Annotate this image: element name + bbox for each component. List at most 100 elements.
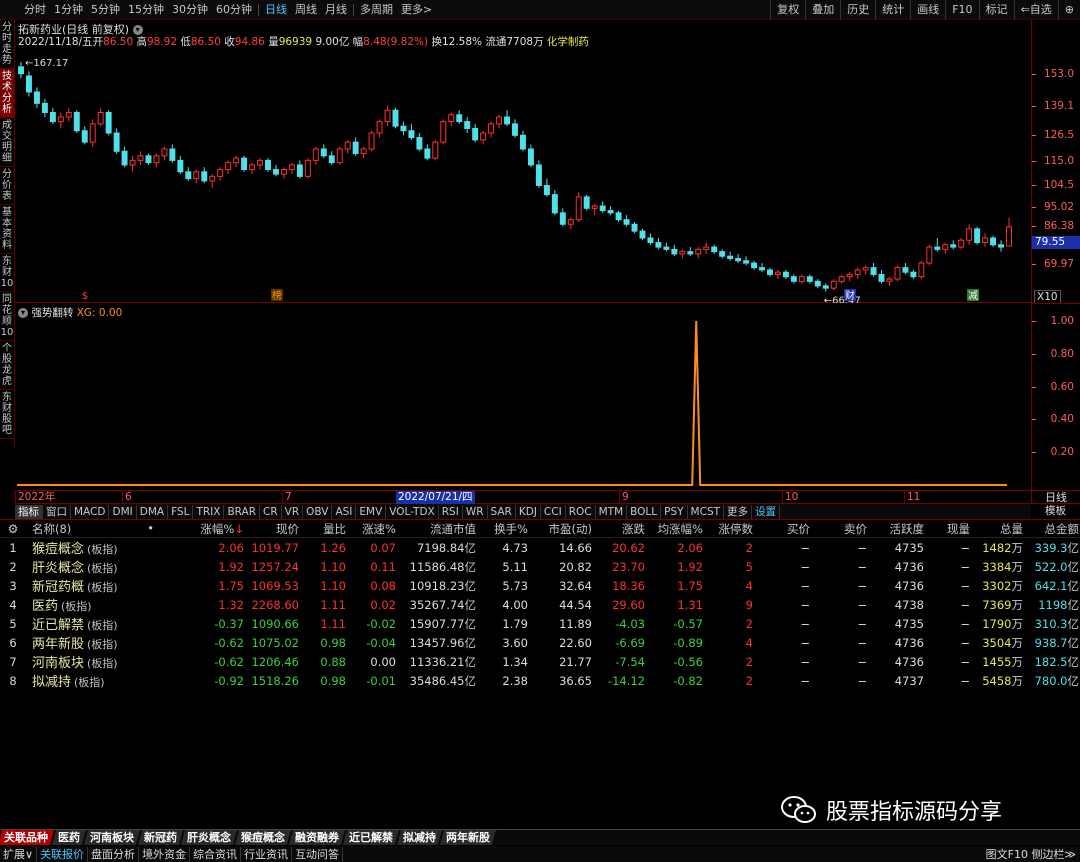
indicator-tab-emv[interactable]: EMV	[356, 504, 387, 519]
status-item-2[interactable]: 盘面分析	[88, 846, 140, 862]
status-item-3[interactable]: 境外资金	[139, 846, 191, 862]
table-row[interactable]: 8 拟减持 (板指) -0.92 1518.26 0.98 -0.01 35486.45亿 2.…	[0, 671, 1080, 691]
related-tab-1[interactable]: 医药	[51, 830, 88, 845]
indicator-tab-窗口[interactable]: 窗口	[43, 504, 71, 519]
indicator-tab-wr[interactable]: WR	[463, 504, 488, 519]
col-header-6[interactable]: 流通市值	[396, 521, 476, 537]
settings-gear-icon[interactable]: ⚙	[8, 522, 19, 536]
sector-name[interactable]: 拟减持	[32, 675, 71, 690]
axis-scale-label[interactable]: X10	[1034, 290, 1061, 304]
indicator-chart[interactable]	[15, 303, 1031, 490]
sector-name[interactable]: 猴痘概念	[32, 542, 84, 557]
indicator-tab-psy[interactable]: PSY	[661, 504, 688, 519]
table-row[interactable]: 1 猴痘概念 (板指) 2.06 1019.77 1.26 0.07 7198.84亿 4.73…	[0, 538, 1080, 558]
table-row[interactable]: 7 河南板块 (板指) -0.62 1206.46 0.88 0.00 11336.21亿 1.…	[0, 652, 1080, 672]
price-chart-panel[interactable]: 拓新药业(日线 前复权) ▾ 2022/11/18/五开86.50 高98.92…	[15, 20, 1031, 303]
indicator-tab-dma[interactable]: DMA	[137, 504, 169, 519]
left-tab-1[interactable]: 技术分析	[0, 69, 14, 118]
indicator-tab-vol-tdx[interactable]: VOL-TDX	[386, 504, 439, 519]
indicator-tab-macd[interactable]: MACD	[71, 504, 110, 519]
col-header-4[interactable]: 量比	[299, 521, 346, 537]
related-tab-2[interactable]: 河南板块	[83, 830, 142, 845]
period-button-10[interactable]: 更多>	[397, 0, 436, 20]
col-header-16[interactable]: 总量	[970, 521, 1023, 537]
sector-name[interactable]: 两年新股	[32, 637, 84, 652]
status-item-5[interactable]: 行业资讯	[241, 846, 293, 862]
indicator-tab-mtm[interactable]: MTM	[596, 504, 628, 519]
related-tab-9[interactable]: 两年新股	[439, 830, 498, 845]
related-tab-6[interactable]: 融资融券	[288, 830, 347, 845]
col-header-5[interactable]: 涨速%	[346, 521, 396, 537]
indicator-tab-mcst[interactable]: MCST	[688, 504, 725, 519]
left-tab-7[interactable]: 个股龙虎	[0, 341, 14, 390]
col-header-17[interactable]: 总金额	[1023, 521, 1080, 537]
status-item-0[interactable]: 扩展∨	[0, 846, 38, 862]
col-header-9[interactable]: 涨跌	[592, 521, 645, 537]
indicator-tab-dmi[interactable]: DMI	[109, 504, 137, 519]
sector-name[interactable]: 医药	[32, 599, 58, 614]
candlestick-chart[interactable]: ←167.17←66.47$ 榜财减	[15, 20, 1031, 303]
sector-name[interactable]: 肝炎概念	[32, 561, 84, 576]
indicator-tab-boll[interactable]: BOLL	[627, 504, 662, 519]
indicator-tab-指标[interactable]: 指标	[15, 504, 43, 519]
tool-button-4[interactable]: 画线	[910, 0, 945, 20]
period-button-5[interactable]: 60分钟	[212, 0, 256, 20]
indicator-tab-obv[interactable]: OBV	[303, 504, 333, 519]
period-button-2[interactable]: 5分钟	[87, 0, 124, 20]
sector-name[interactable]: 新冠药概	[32, 580, 84, 595]
status-item-1[interactable]: 关联报价	[37, 846, 89, 862]
left-tab-5[interactable]: 东财10	[0, 254, 14, 292]
col-header-1[interactable]: 名称(8) •	[26, 521, 156, 537]
indicator-tab-asi[interactable]: ASI	[332, 504, 357, 519]
period-indicator[interactable]: 日线	[1031, 490, 1080, 504]
related-tab-5[interactable]: 猴痘概念	[234, 830, 293, 845]
related-tab-3[interactable]: 新冠药	[137, 830, 185, 845]
left-tab-0[interactable]: 分时走势	[0, 20, 14, 69]
indicator-tab-fsl[interactable]: FSL	[168, 504, 194, 519]
related-tab-7[interactable]: 近已解禁	[342, 830, 401, 845]
tool-button-5[interactable]: F10	[945, 0, 978, 20]
table-row[interactable]: 3 新冠药概 (板指) 1.75 1069.53 1.10 0.08 10918.23亿 5.7…	[0, 576, 1080, 596]
indicator-tab-rsi[interactable]: RSI	[439, 504, 463, 519]
col-header-7[interactable]: 换手%	[476, 521, 528, 537]
left-tab-6[interactable]: 同花顺10	[0, 292, 14, 341]
col-header-13[interactable]: 卖价	[810, 521, 867, 537]
period-button-0[interactable]: 分时	[20, 0, 50, 20]
table-row[interactable]: 6 两年新股 (板指) -0.62 1075.02 0.98 -0.04 13457.96亿 3…	[0, 633, 1080, 653]
indicator-tab-trix[interactable]: TRIX	[193, 504, 225, 519]
left-tab-4[interactable]: 基本资料	[0, 205, 14, 254]
indicator-tab-sar[interactable]: SAR	[488, 504, 516, 519]
col-header-8[interactable]: 市盈(动)	[528, 521, 592, 537]
period-button-7[interactable]: 周线	[291, 0, 321, 20]
sector-name[interactable]: 近已解禁	[32, 618, 84, 633]
period-button-9[interactable]: 多周期	[356, 0, 397, 20]
left-tab-3[interactable]: 分价表	[0, 167, 14, 205]
status-item-6[interactable]: 互动问答	[292, 846, 344, 862]
period-button-4[interactable]: 30分钟	[168, 0, 212, 20]
col-header-3[interactable]: 现价	[244, 521, 299, 537]
tool-button-7[interactable]: ⇐自选	[1013, 0, 1058, 20]
status-item-4[interactable]: 综合资讯	[190, 846, 242, 862]
table-row[interactable]: 2 肝炎概念 (板指) 1.92 1257.24 1.10 0.11 11586.48亿 5.1…	[0, 557, 1080, 577]
indicator-tab-更多[interactable]: 更多	[724, 504, 753, 519]
related-tab-8[interactable]: 拟减持	[396, 830, 444, 845]
indicator-tab-cr[interactable]: CR	[260, 504, 282, 519]
table-row[interactable]: 4 医药 (板指) 1.32 2268.60 1.11 0.02 35267.74亿 4.00 4…	[0, 595, 1080, 615]
tool-button-6[interactable]: 标记	[978, 0, 1014, 20]
left-tab-2[interactable]: 成交明细	[0, 118, 14, 167]
col-header-12[interactable]: 买价	[753, 521, 810, 537]
indicator-panel[interactable]: ▾ 强势翻转 XG: 0.00	[15, 303, 1031, 490]
indicator-tab-brar[interactable]: BRAR	[224, 504, 260, 519]
indicator-tab-设置[interactable]: 设置	[752, 504, 781, 519]
col-header-14[interactable]: 活跃度	[867, 521, 925, 537]
indicator-tab-cci[interactable]: CCI	[541, 504, 566, 519]
template-button[interactable]: 模板	[1031, 504, 1080, 519]
tool-button-1[interactable]: 叠加	[805, 0, 840, 20]
f10-sidebar-toggle[interactable]: 图文F10 侧边栏≫	[986, 846, 1080, 862]
tool-button-3[interactable]: 统计	[875, 0, 910, 20]
tool-button-0[interactable]: 复权	[770, 0, 805, 20]
indicator-tab-kdj[interactable]: KDJ	[516, 504, 541, 519]
tool-button-2[interactable]: 历史	[840, 0, 875, 20]
col-header-10[interactable]: 均涨幅%	[645, 521, 703, 537]
period-button-3[interactable]: 15分钟	[124, 0, 168, 20]
